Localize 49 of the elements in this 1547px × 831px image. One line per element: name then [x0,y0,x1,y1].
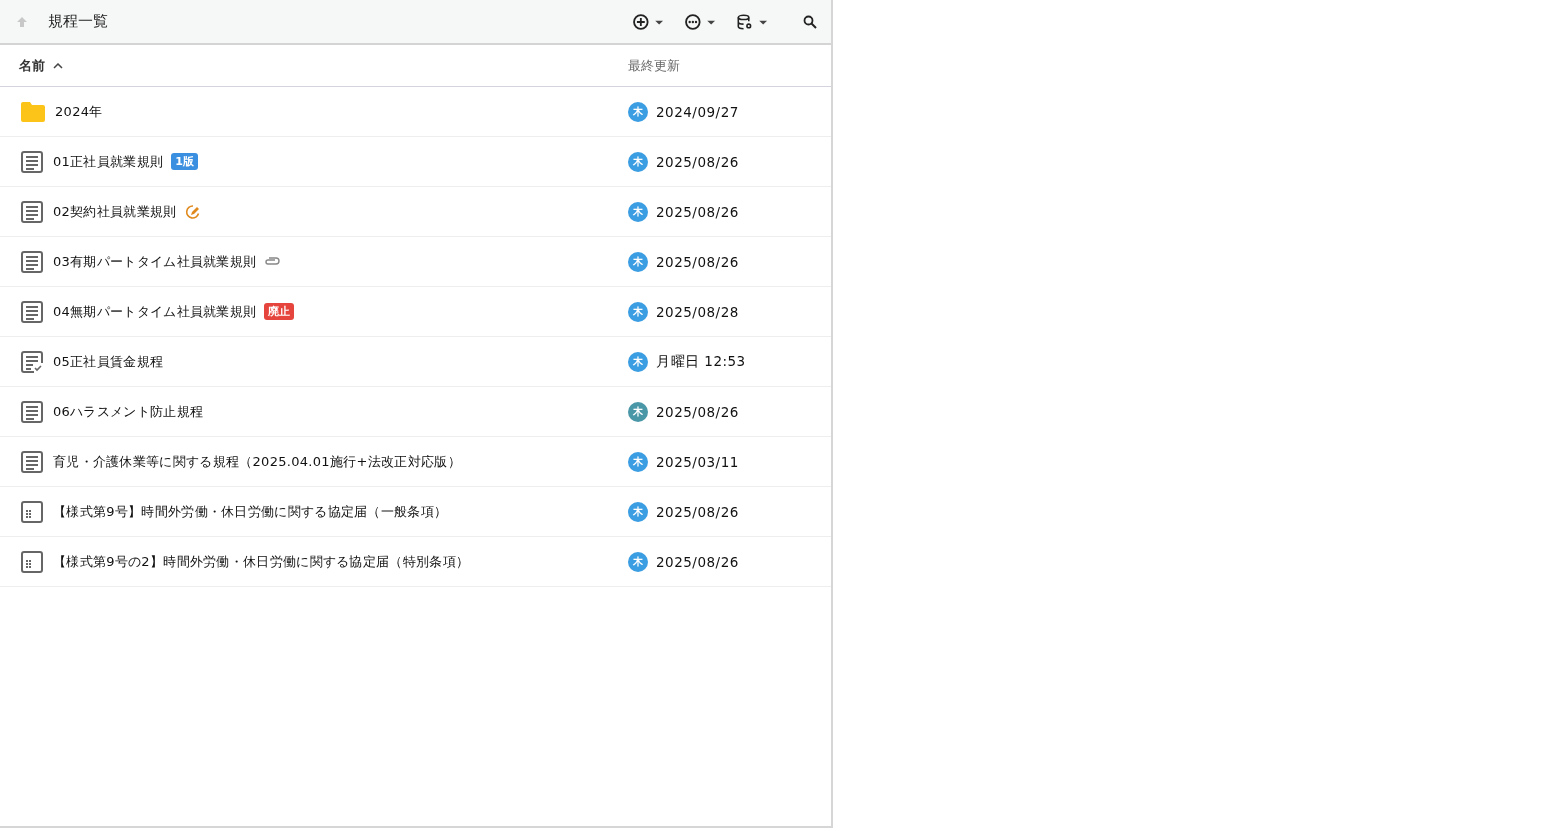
user-avatar: 木 [628,501,648,522]
spreadsheet-icon [21,550,43,573]
updated-date: 2025/08/26 [656,203,739,220]
user-avatar: 木 [628,551,648,572]
folder-icon [21,101,45,122]
user-avatar: 木 [628,351,648,372]
user-avatar: 木 [628,101,648,122]
updated-date: 2025/08/28 [656,303,739,320]
file-name[interactable]: 05正社員賃金規程 [53,352,164,371]
updated-date: 2025/08/26 [656,553,739,570]
paperclip-icon [264,256,281,267]
updated-date: 2025/08/26 [656,503,739,520]
user-avatar: 木 [628,401,648,422]
version-badge: 1版 [171,153,198,170]
updated-date: 2025/03/11 [656,453,739,470]
user-avatar: 木 [628,201,648,222]
file-name[interactable]: 【様式第9号】時間外労働・休日労働に関する協定届（一般条項） [53,502,448,521]
updated-date: 2024/09/27 [656,103,739,120]
updated-date: 2025/08/26 [656,153,739,170]
file-name[interactable]: 01正社員就業規則 [53,152,164,171]
user-avatar: 木 [628,151,648,172]
spreadsheet-icon [21,500,43,523]
file-name[interactable]: 03有期パートタイム社員就業規則 [53,252,257,271]
updated-date: 月曜日 12:53 [656,352,746,371]
user-avatar: 木 [628,451,648,472]
document-icon [21,400,43,423]
search-icon[interactable] [803,14,817,29]
file-name[interactable]: 【様式第9号の2】時間外労働・休日労働に関する協定届（特別条項） [53,552,470,571]
document-icon [21,200,43,223]
document-icon [21,300,43,323]
pencil-circle-icon [184,203,201,220]
document-icon [21,250,43,273]
user-avatar: 木 [628,301,648,322]
file-name[interactable]: 02契約社員就業規則 [53,202,177,221]
file-name[interactable]: 育児・介護休業等に関する規程（2025.04.01施行+法改正対応版） [53,452,461,471]
user-avatar: 木 [628,251,648,272]
updated-date: 2025/08/26 [656,403,739,420]
folder-title: 規程一覧 [48,12,108,31]
column-header[interactable]: 最終更新 [628,56,680,75]
column-header[interactable]: 名前 [19,56,45,75]
file-name[interactable]: 04無期パートタイム社員就業規則 [53,302,257,321]
chevron-up-icon[interactable] [53,62,63,69]
document-icon [21,450,43,473]
document-icon [21,150,43,173]
updated-date: 2025/08/26 [656,253,739,270]
file-name[interactable]: 06ハラスメント防止規程 [53,402,204,421]
file-name[interactable]: 2024年 [55,102,103,121]
document-check-icon [21,350,43,373]
status-badge: 廃止 [264,303,295,320]
